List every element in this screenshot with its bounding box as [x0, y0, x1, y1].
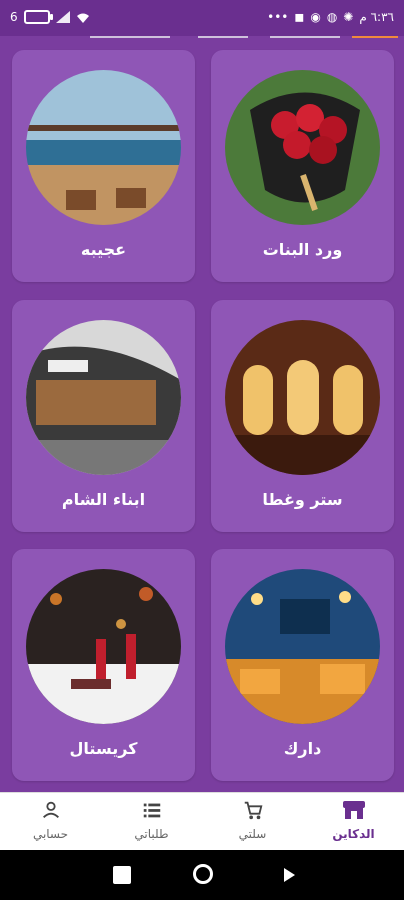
bottom-navigation: حسابي طلباتي سلتي الدكاين: [0, 792, 404, 851]
user-icon: [42, 801, 59, 819]
signal-icon: [55, 11, 70, 23]
status-left: 6: [10, 10, 90, 24]
whatsapp-icon: ◍: [326, 10, 338, 24]
shop-name: دارك: [283, 739, 322, 758]
nav-label: طلباتي: [134, 827, 169, 841]
nav-label: الدكاين: [332, 827, 375, 841]
status-right: ••• ◼ ◉ ◍ ✺ ٦:٣٦ م: [267, 10, 394, 24]
system-nav-bar: [0, 850, 404, 900]
status-left-text: 6: [10, 10, 18, 24]
wifi-icon: [76, 13, 89, 23]
shops-grid: عجيبه ورد البنات ابناء الشام ستر وغطا كر…: [0, 40, 404, 790]
shop-image: [26, 569, 181, 724]
shop-name: ابناء الشام: [61, 490, 146, 509]
shop-card[interactable]: ابناء الشام: [12, 300, 195, 532]
shop-card[interactable]: ورد البنات: [211, 50, 394, 282]
shop-image: [225, 320, 380, 475]
square-icon[interactable]: [113, 866, 131, 884]
nav-item-account[interactable]: حسابي: [0, 799, 101, 841]
shop-card[interactable]: دارك: [211, 549, 394, 781]
shop-card[interactable]: ستر وغطا: [211, 300, 394, 532]
notification-icon: ◉: [310, 10, 321, 24]
status-bar: 6 ••• ◼ ◉ ◍ ✺ ٦:٣٦ م: [0, 0, 404, 36]
tab-indicator: [198, 36, 248, 38]
shop-name: ستر وغطا: [262, 490, 343, 509]
back-icon[interactable]: [280, 866, 298, 884]
shop-name: ورد البنات: [262, 240, 343, 259]
store-icon: [342, 801, 365, 819]
cart-icon: [244, 801, 262, 820]
tab-indicator-active: [352, 36, 398, 38]
nav-item-orders[interactable]: طلباتي: [101, 799, 202, 841]
shop-name: عجيبه: [80, 240, 127, 259]
tab-indicator: [90, 36, 170, 38]
shop-name: كريستال: [69, 739, 138, 758]
nav-item-cart[interactable]: سلتي: [202, 799, 303, 841]
shop-image: [26, 70, 181, 225]
settings-icon: ✺: [343, 10, 354, 24]
app-icon: ◼: [294, 10, 305, 24]
shop-image: [225, 70, 380, 225]
shop-image: [26, 320, 181, 475]
list-icon: [143, 803, 160, 818]
tab-indicator: [270, 36, 340, 38]
shop-card[interactable]: كريستال: [12, 549, 195, 781]
nav-item-shops[interactable]: الدكاين: [303, 799, 404, 841]
shop-card[interactable]: عجيبه: [12, 50, 195, 282]
battery-icon: [23, 10, 53, 24]
status-time: ٦:٣٦ م: [359, 10, 394, 24]
nav-label: سلتي: [238, 827, 267, 841]
nav-label: حسابي: [32, 827, 69, 841]
home-icon[interactable]: [193, 864, 213, 884]
more-icon: •••: [267, 10, 289, 24]
shop-image: [225, 569, 380, 724]
